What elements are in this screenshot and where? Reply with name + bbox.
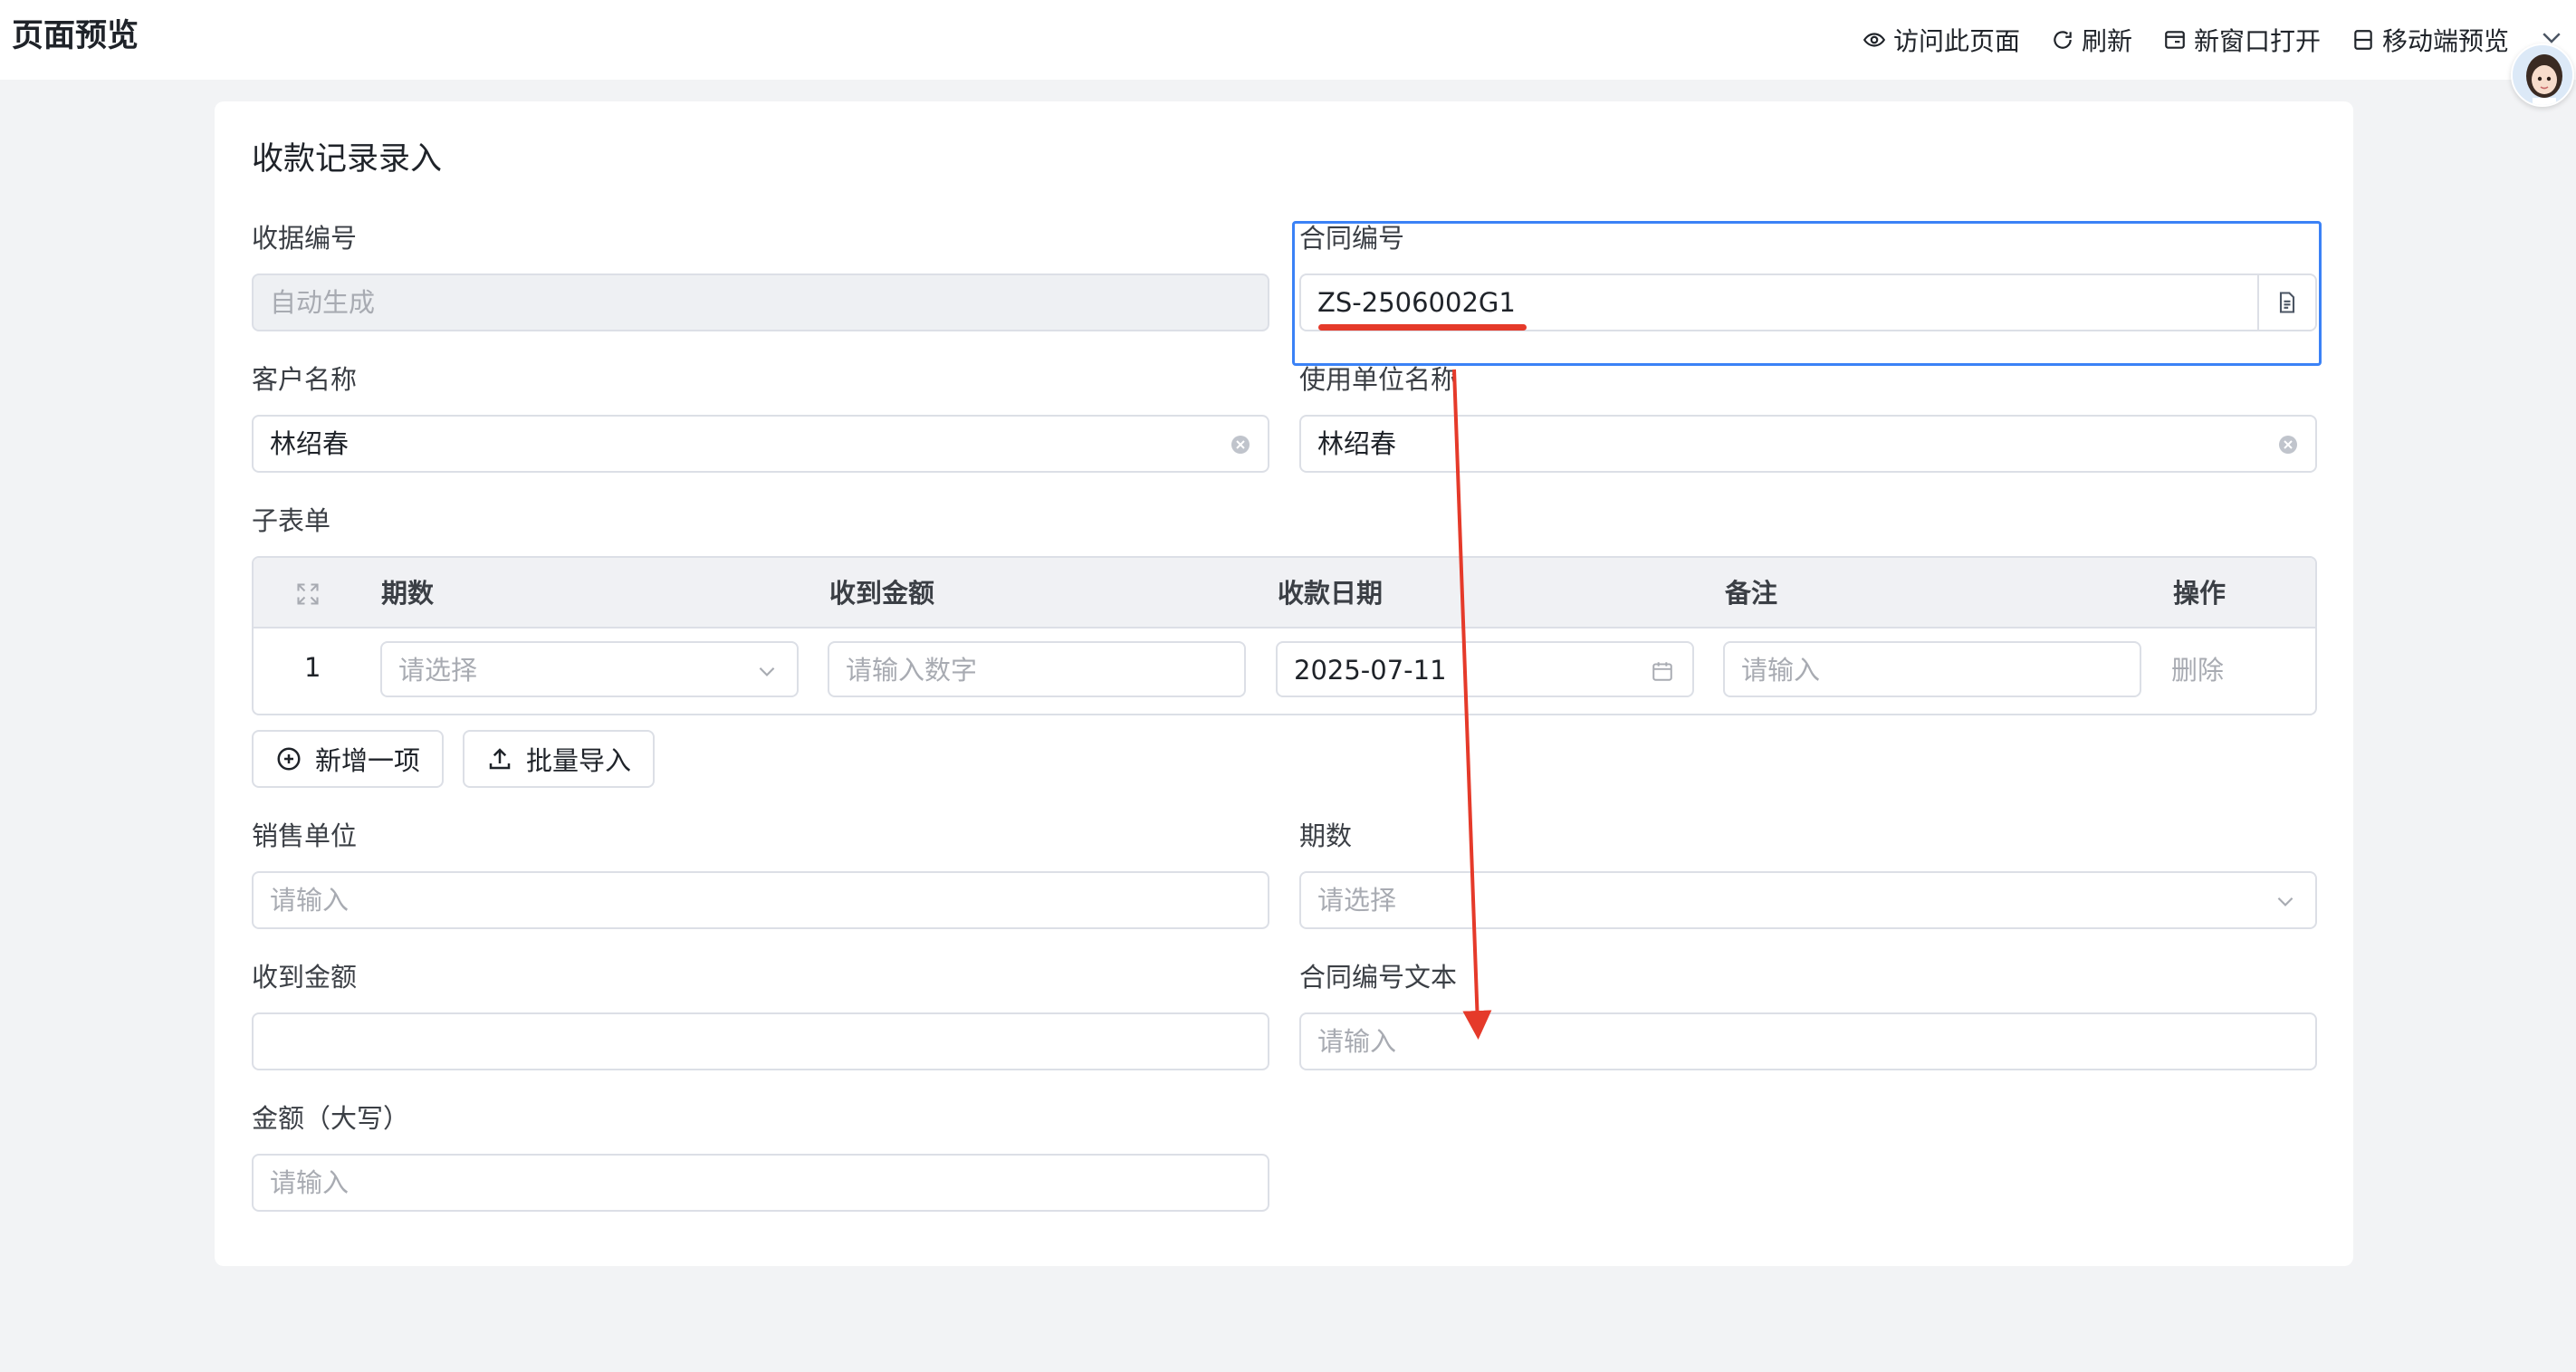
- row-amount-input[interactable]: 请输入数字: [828, 641, 1246, 697]
- contract-no-text-label: 合同编号文本: [1299, 962, 1458, 993]
- user-unit-name-label: 使用单位名称: [1299, 364, 1458, 395]
- new-window-icon: [2165, 31, 2185, 49]
- row-delete-button[interactable]: 删除: [2171, 652, 2224, 688]
- period-placeholder: 请选择: [1317, 885, 1397, 916]
- sales-unit-label: 销售单位: [252, 820, 358, 851]
- customer-name-input[interactable]: 林绍春: [252, 415, 1269, 473]
- contract-no-text-input[interactable]: 请输入: [1299, 1012, 2317, 1070]
- chevron-down-icon: [759, 667, 775, 676]
- batch-import-button[interactable]: 批量导入: [463, 730, 655, 788]
- chevron-down-icon: [2277, 897, 2294, 907]
- add-row-button[interactable]: 新增一项: [252, 730, 444, 788]
- refresh-label: 刷新: [2081, 26, 2132, 56]
- plus-circle-icon: [277, 747, 301, 771]
- sales-unit-input[interactable]: 请输入: [252, 871, 1269, 929]
- contract-no-value: ZS-2506002G1: [1317, 287, 1516, 318]
- period-label: 期数: [1299, 820, 1353, 851]
- contract-no-label: 合同编号: [1299, 223, 1405, 254]
- row-amount-placeholder: 请输入数字: [846, 655, 978, 686]
- visit-page-button[interactable]: 访问此页面: [1863, 22, 2020, 58]
- customer-name-label: 客户名称: [252, 364, 358, 395]
- subform-label: 子表单: [252, 505, 331, 536]
- calendar-icon: [1652, 662, 1672, 681]
- column-remark: 备注: [1725, 578, 1778, 609]
- row-remark-input[interactable]: 请输入: [1723, 641, 2141, 697]
- header-actions: 访问此页面 刷新 新窗口打开 移动端预览: [1832, 20, 2509, 60]
- customer-name-value: 林绍春: [270, 428, 350, 459]
- expand-icon[interactable]: [295, 581, 321, 607]
- mobile-preview-button[interactable]: 移动端预览: [2351, 22, 2509, 58]
- row-period-select[interactable]: 请选择: [380, 641, 799, 697]
- amount-capital-label: 金额（大写）: [252, 1103, 410, 1134]
- row-index: 1: [304, 652, 321, 683]
- visit-page-label: 访问此页面: [1892, 26, 2020, 56]
- row-period-placeholder: 请选择: [398, 655, 478, 686]
- column-action: 操作: [2173, 578, 2226, 609]
- new-window-button[interactable]: 新窗口打开: [2163, 22, 2321, 58]
- amount-capital-placeholder: 请输入: [270, 1167, 350, 1198]
- form-title: 收款记录录入: [252, 141, 443, 177]
- received-amount-input[interactable]: [252, 1012, 1269, 1070]
- clear-icon[interactable]: [1230, 434, 1251, 456]
- upload-icon: [489, 748, 511, 770]
- annotation-underline: [1318, 324, 1527, 331]
- contract-no-text-placeholder: 请输入: [1317, 1026, 1397, 1057]
- column-amount: 收到金额: [829, 578, 935, 609]
- user-unit-name-input[interactable]: 林绍春: [1299, 415, 2317, 473]
- mobile-icon: [2354, 30, 2372, 50]
- avatar-illustration-icon: [2513, 45, 2572, 105]
- contract-no-input[interactable]: ZS-2506002G1: [1299, 273, 2317, 331]
- subform-header: 期数 收到金额 收款日期 备注 操作: [254, 558, 2315, 628]
- row-date-value: 2025-07-11: [1294, 655, 1447, 686]
- sales-unit-placeholder: 请输入: [270, 885, 350, 916]
- row-date-picker[interactable]: 2025-07-11: [1276, 641, 1694, 697]
- contract-select-button[interactable]: [2257, 275, 2315, 330]
- refresh-icon: [2054, 31, 2072, 49]
- refresh-button[interactable]: 刷新: [2051, 22, 2132, 58]
- new-window-label: 新窗口打开: [2193, 26, 2321, 56]
- row-remark-placeholder: 请输入: [1741, 655, 1821, 686]
- column-period: 期数: [381, 578, 435, 609]
- eye-icon: [1863, 33, 1886, 47]
- clear-icon[interactable]: [2277, 434, 2299, 456]
- receipt-no-value: 自动生成: [270, 287, 376, 318]
- top-bar: 页面预览 访问此页面 刷新 新窗口打开 移动端预览: [0, 0, 2576, 80]
- user-unit-name-value: 林绍春: [1317, 428, 1397, 459]
- mobile-preview-label: 移动端预览: [2381, 26, 2509, 56]
- received-amount-label: 收到金额: [252, 962, 358, 993]
- document-icon: [2279, 292, 2295, 313]
- batch-import-label: 批量导入: [526, 745, 632, 776]
- period-select[interactable]: 请选择: [1299, 871, 2317, 929]
- add-row-label: 新增一项: [315, 745, 421, 776]
- receipt-no-label: 收据编号: [252, 223, 358, 254]
- amount-capital-input[interactable]: 请输入: [252, 1154, 1269, 1212]
- column-date: 收款日期: [1278, 578, 1384, 609]
- page-title: 页面预览: [12, 18, 139, 54]
- avatar[interactable]: [2511, 43, 2574, 107]
- receipt-no-input: 自动生成: [252, 273, 1269, 331]
